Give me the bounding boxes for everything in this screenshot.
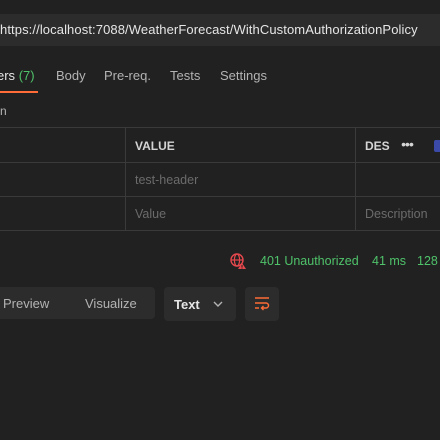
table-row: test-header (0, 163, 440, 197)
active-tab-indicator (0, 91, 38, 93)
column-header-value: VALUE (135, 139, 175, 153)
tab-body[interactable]: Body (56, 68, 86, 83)
tab-settings[interactable]: Settings (220, 68, 267, 83)
column-divider (355, 163, 356, 196)
url-text: https://localhost:7088/WeatherForecast/W… (0, 22, 418, 37)
bulk-edit-button[interactable] (434, 140, 440, 152)
headers-sub-label: n (0, 104, 7, 118)
url-input[interactable]: https://localhost:7088/WeatherForecast/W… (0, 14, 440, 46)
response-toolbar: Preview Visualize Text (0, 287, 440, 321)
column-divider (125, 163, 126, 196)
column-divider (355, 197, 356, 230)
column-divider (125, 128, 126, 162)
more-horizontal-icon[interactable]: ••• (390, 133, 424, 157)
response-status-bar: 401 Unauthorized 41 ms 128 (0, 252, 440, 272)
value-placeholder[interactable]: Value (135, 207, 166, 221)
tab-tests[interactable]: Tests (170, 68, 200, 83)
request-tabs: ers (7) Body Pre-req. Tests Settings (0, 68, 440, 92)
tab-headers-label: ers (0, 68, 16, 83)
wrap-lines-button[interactable] (245, 287, 279, 321)
description-placeholder[interactable]: Description (365, 207, 428, 221)
wrap-lines-icon (255, 297, 270, 311)
response-size[interactable]: 128 (417, 254, 438, 268)
column-divider (355, 128, 356, 162)
tab-headers[interactable]: ers (7) (0, 68, 35, 83)
column-divider (125, 197, 126, 230)
visualize-tab[interactable]: Visualize (85, 296, 137, 311)
table-row: Value Description (0, 197, 440, 231)
table-header-row: VALUE DES ••• (0, 127, 440, 163)
chevron-down-icon (213, 301, 223, 307)
globe-error-icon[interactable] (229, 252, 247, 270)
preview-tab[interactable]: Preview (3, 296, 49, 311)
tab-pre-request[interactable]: Pre-req. (104, 68, 151, 83)
tab-headers-count: (7) (18, 68, 35, 83)
column-header-description: DES (365, 139, 390, 153)
format-select[interactable]: Text (164, 287, 236, 321)
header-value-cell[interactable]: test-header (135, 173, 198, 187)
format-label: Text (174, 297, 200, 312)
response-time[interactable]: 41 ms (372, 254, 406, 268)
view-mode-group: Preview Visualize (0, 287, 155, 319)
status-code[interactable]: 401 Unauthorized (260, 254, 359, 268)
